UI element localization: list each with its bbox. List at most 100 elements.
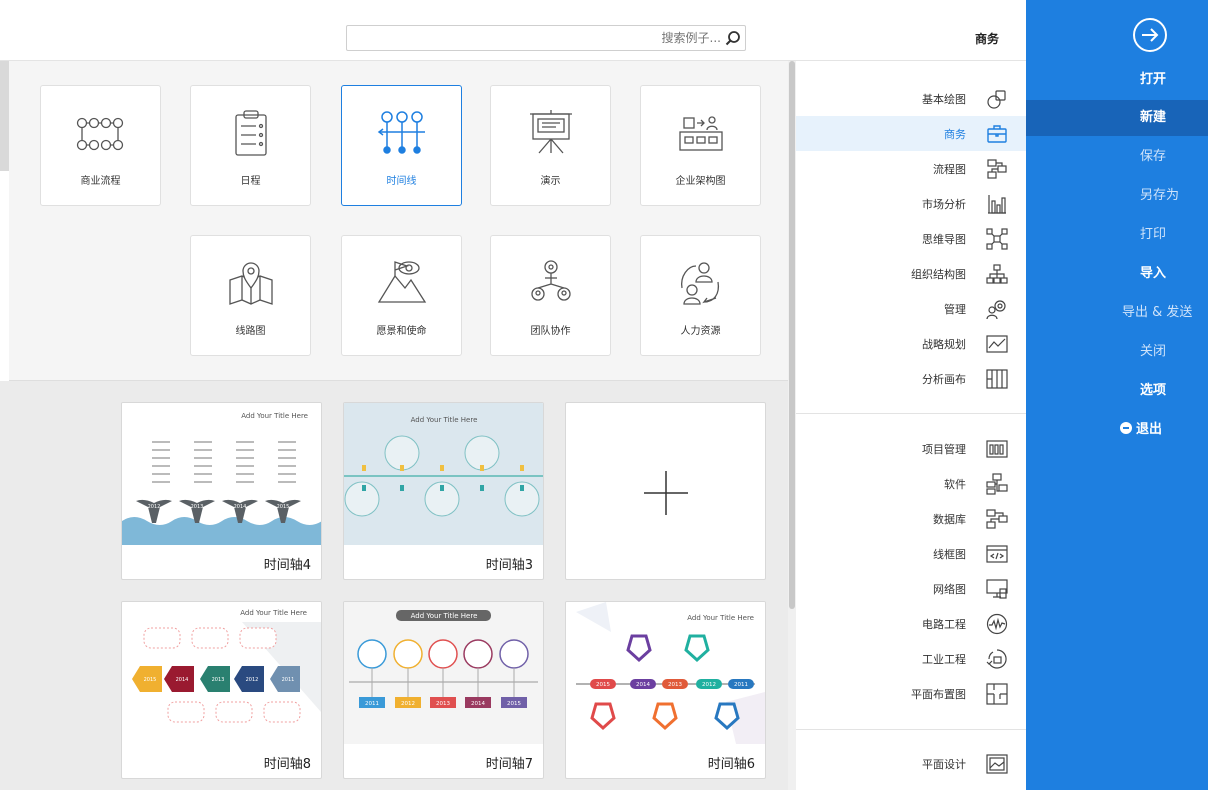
subcategory-card[interactable]: 时间线 [341,85,462,206]
template-card[interactable]: Add Your Title Here 时间轴3 [343,402,544,580]
svg-text:Add Your Title Here: Add Your Title Here [240,609,307,617]
subcategory-card[interactable]: 线路图 [190,235,311,356]
shapes-icon [986,88,1008,110]
subcategory-card[interactable]: 团队协作 [490,235,611,356]
circle-arrow-right-icon[interactable] [1132,17,1168,53]
category-label: 网络图 [933,583,966,596]
briefcase-icon [986,123,1008,145]
subcategory-label: 时间线 [386,176,417,187]
subcategory-card[interactable]: 企业架构图 [640,85,761,206]
category-item[interactable]: 线框图 [796,536,1026,571]
svg-text:Add Your Title Here: Add Your Title Here [411,612,478,620]
svg-text:Add Your Title Here: Add Your Title Here [411,416,478,424]
svg-text:2011: 2011 [734,682,748,688]
main-menu: 打开 新建 保存 另存为 打印 导入 导出 & 发送 关闭 选项 退出 [1026,0,1208,790]
category-item[interactable]: 基本绘图 [796,81,1026,116]
bar-chart-icon [986,193,1008,215]
svg-text:2012: 2012 [148,504,161,510]
category-item[interactable]: 平面设计 [796,746,1026,781]
template-card[interactable]: Add Your Title Here 2011 2012 2013 2014 2015 时… [121,601,322,779]
subcategory-card[interactable]: 日程 [190,85,311,206]
category-item[interactable]: 商务 [796,116,1026,151]
category-list: 基本绘图商务流程图市场分析思维导图组织结构图管理 战略规划分析画布项目管理 软件 数据… [796,61,1026,790]
subcategory-label: 人力资源 [680,326,721,337]
gear-person-icon [986,298,1008,320]
subcategory-label: 演示 [540,176,561,187]
category-divider [796,413,1026,414]
category-label: 分析画布 [922,373,966,386]
subcategory-grid: 企业架构图 演示 时间线 日程 商业流程人力资源 团队协作 愿景和使命 线路图 [9,61,788,381]
category-item[interactable]: 软件 [796,466,1026,501]
template-card[interactable]: Add Your Title Here 2011 2012 2013 2014 2015 时… [343,601,544,779]
category-item[interactable]: 平面布置图 [796,676,1026,711]
svg-text:2012: 2012 [246,677,259,683]
team-icon [526,258,576,308]
category-item[interactable]: 网络图 [796,571,1026,606]
menu-item-save[interactable]: 保存 [1026,139,1208,175]
category-item[interactable]: 工业工程 [796,641,1026,676]
subcategory-card[interactable]: 愿景和使命 [341,235,462,356]
canvas-grid-icon [986,368,1008,390]
floorplan-icon [986,683,1008,705]
template-name: 时间轴8 [263,757,311,772]
category-item[interactable]: 思维导图 [796,221,1026,256]
category-item[interactable]: 流程图 [796,151,1026,186]
category-item[interactable]: 管理 [796,291,1026,326]
template-card[interactable]: Add Your Title Here 2015 2014 2013 2012 2011 时… [565,601,766,779]
category-label: 线框图 [933,548,966,561]
category-label: 流程图 [933,163,966,176]
hr-icon [676,258,726,308]
strategy-icon [986,333,1008,355]
svg-text:2015: 2015 [507,701,521,707]
category-label: 市场分析 [922,198,966,211]
scrollbar-thumb[interactable] [789,61,795,609]
search-input[interactable] [351,28,721,48]
svg-text:2013: 2013 [668,682,682,688]
subcategory-label: 企业架构图 [675,176,726,187]
category-item[interactable]: 数据库 [796,501,1026,536]
category-label: 思维导图 [922,233,966,246]
category-item[interactable]: 战略规划 [796,326,1026,361]
scrollbar[interactable] [788,61,796,790]
category-label: 基本绘图 [922,93,966,106]
menu-item-save-as[interactable]: 另存为 [1026,178,1208,214]
category-item[interactable]: 组织结构图 [796,256,1026,291]
new-blank-template[interactable] [565,402,766,580]
category-item[interactable]: 市场分析 [796,186,1026,221]
menu-item-open[interactable]: 打开 [1026,62,1208,98]
template-name: 时间轴7 [485,757,533,772]
subcategory-card[interactable]: 人力资源 [640,235,761,356]
menu-item-export-send[interactable]: 导出 & 发送 [1026,295,1208,331]
category-label: 平面设计 [922,758,966,771]
presentation-icon [526,108,576,158]
template-card[interactable]: Add Your Title Here 2012 2013 2014 2015 时间轴4 [121,402,322,580]
svg-text:2014: 2014 [176,677,189,683]
org-chart-icon [986,263,1008,285]
menu-item-print[interactable]: 打印 [1026,217,1208,253]
industrial-icon [986,648,1008,670]
subcategory-card[interactable]: 商业流程 [40,85,161,206]
vision-icon [377,258,427,308]
search-icon[interactable] [725,30,741,46]
menu-item-new[interactable]: 新建 [1026,100,1208,136]
menu-item-exit[interactable]: 退出 [1026,412,1208,448]
svg-text:2013: 2013 [436,701,450,707]
mindmap-icon [986,228,1008,250]
subcategory-card[interactable]: 演示 [490,85,611,206]
svg-text:2014: 2014 [636,682,650,688]
wireframe-icon [986,543,1008,565]
breadcrumb: 商务 [975,32,1000,46]
category-item[interactable]: 电路工程 [796,606,1026,641]
category-item[interactable]: 分析画布 [796,361,1026,396]
menu-item-options[interactable]: 选项 [1026,373,1208,409]
category-label: 组织结构图 [911,268,966,281]
menu-item-close[interactable]: 关闭 [1026,334,1208,370]
search-box [346,25,746,51]
plus-icon [644,471,688,515]
business-process-icon [76,108,126,158]
timeline-icon [377,108,427,158]
template-thumbnail: Add Your Title Here 2011 2012 2013 2014 2015 [122,602,321,744]
category-item[interactable]: 项目管理 [796,431,1026,466]
menu-item-import[interactable]: 导入 [1026,256,1208,292]
svg-text:2015: 2015 [277,504,290,510]
